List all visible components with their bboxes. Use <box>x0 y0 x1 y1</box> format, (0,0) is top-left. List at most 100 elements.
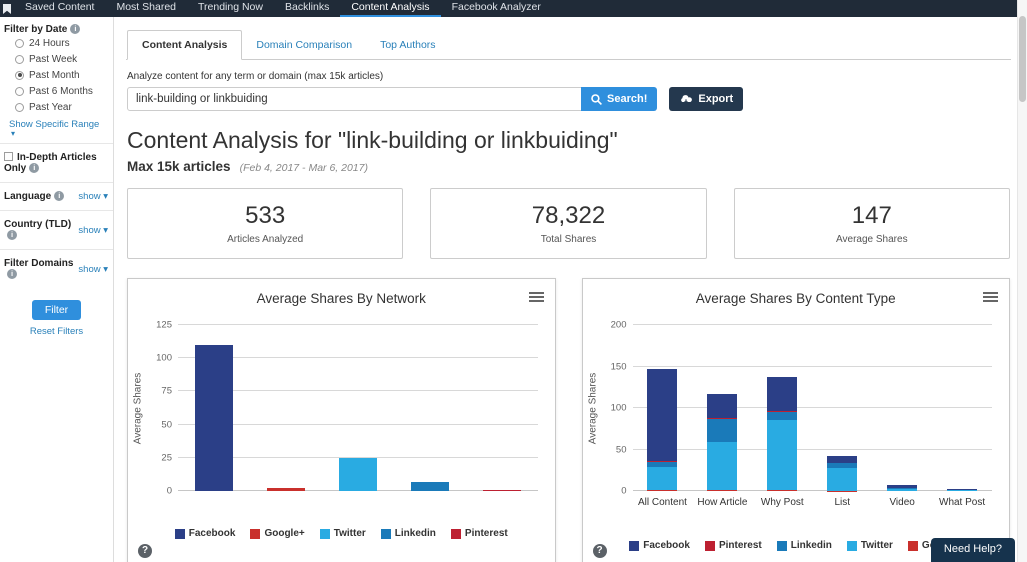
legend-label: Google+ <box>264 528 304 539</box>
segment-twitter[interactable] <box>887 489 917 491</box>
y-tick-label: 150 <box>611 361 627 372</box>
info-icon[interactable]: i <box>7 269 17 279</box>
in-depth-checkbox[interactable] <box>4 152 13 161</box>
scrollbar-thumb[interactable] <box>1019 16 1026 102</box>
cloud-download-icon <box>679 94 693 105</box>
legend-swatch <box>250 529 260 539</box>
nav-item-content-analysis[interactable]: Content Analysis <box>340 0 440 17</box>
nav-item-saved-content[interactable]: Saved Content <box>14 0 105 17</box>
filter-button[interactable]: Filter <box>32 300 81 320</box>
segment-twitter[interactable] <box>827 468 857 490</box>
tab-bar: Content AnalysisDomain ComparisonTop Aut… <box>126 30 1011 60</box>
segment-linkedin[interactable] <box>707 419 737 442</box>
segment-google[interactable] <box>767 490 797 491</box>
date-option-past-month[interactable]: Past Month <box>4 67 108 83</box>
date-range-label: (Feb 4, 2017 - Mar 6, 2017) <box>240 162 368 174</box>
search-input[interactable] <box>127 87 582 111</box>
y-tick-label: 50 <box>161 419 172 430</box>
legend-swatch <box>705 541 715 551</box>
y-tick-label: 75 <box>161 386 172 397</box>
stat-value: 147 <box>852 202 892 230</box>
segment-facebook[interactable] <box>707 394 737 418</box>
legend-pinterest[interactable]: Pinterest <box>451 528 508 539</box>
legend-facebook[interactable]: Facebook <box>629 540 690 551</box>
segment-twitter[interactable] <box>707 442 737 490</box>
help-icon[interactable]: ? <box>138 544 152 558</box>
segment-google[interactable] <box>707 490 737 491</box>
y-tick-label: 0 <box>621 486 626 497</box>
need-help-button[interactable]: Need Help? <box>931 538 1015 562</box>
date-option-past-6-months[interactable]: Past 6 Months <box>4 83 108 99</box>
legend-label: Facebook <box>643 540 690 551</box>
legend-linkedin[interactable]: Linkedin <box>381 528 436 539</box>
legend-twitter[interactable]: Twitter <box>847 540 893 551</box>
chart-average-shares-by-content-type: Average Shares By Content Type Average S… <box>582 278 1011 562</box>
export-button[interactable]: Export <box>669 87 743 111</box>
bar-facebook[interactable] <box>195 345 233 491</box>
top-nav-items: Saved ContentMost SharedTrending NowBack… <box>14 0 552 17</box>
help-icon[interactable]: ? <box>593 544 607 558</box>
legend-linkedin[interactable]: Linkedin <box>777 540 832 551</box>
tab-content-analysis[interactable]: Content Analysis <box>127 30 242 60</box>
bar-list[interactable] <box>827 325 857 491</box>
nav-item-trending-now[interactable]: Trending Now <box>187 0 274 17</box>
legend-facebook[interactable]: Facebook <box>175 528 236 539</box>
bar-why-post[interactable] <box>767 325 797 491</box>
info-icon[interactable]: i <box>7 230 17 240</box>
segment-google[interactable] <box>647 490 677 491</box>
legend-label: Twitter <box>334 528 366 539</box>
show-toggle-link[interactable]: show ▾ <box>78 264 108 275</box>
bar-linkedin[interactable] <box>411 482 449 491</box>
radio-icon <box>15 39 24 48</box>
segment-linkedin[interactable] <box>767 412 797 420</box>
chevron-down-icon[interactable]: ▾ <box>4 130 108 137</box>
segment-facebook[interactable] <box>647 369 677 461</box>
nav-item-backlinks[interactable]: Backlinks <box>274 0 340 17</box>
info-icon[interactable]: i <box>54 191 64 201</box>
tab-domain-comparison[interactable]: Domain Comparison <box>242 31 366 59</box>
search-button[interactable]: Search! <box>581 87 657 111</box>
segment-twitter[interactable] <box>647 467 677 490</box>
bar-video[interactable] <box>887 325 917 491</box>
x-label-why-post: Why Post <box>752 497 812 508</box>
date-option-24-hours[interactable]: 24 Hours <box>4 35 108 51</box>
nav-item-most-shared[interactable]: Most Shared <box>105 0 187 17</box>
bar-pinterest[interactable] <box>483 490 521 491</box>
info-icon[interactable]: i <box>29 163 39 173</box>
legend-pinterest[interactable]: Pinterest <box>705 540 762 551</box>
stats-row: 533Articles Analyzed78,322Total Shares14… <box>127 188 1010 259</box>
info-icon[interactable]: i <box>70 24 80 34</box>
segment-twitter[interactable] <box>947 490 977 491</box>
vertical-scrollbar[interactable] <box>1017 0 1027 562</box>
legend-label: Pinterest <box>465 528 508 539</box>
radio-label: Past 6 Months <box>29 86 93 97</box>
x-label-all-content: All Content <box>633 497 693 508</box>
search-button-label: Search! <box>607 93 647 105</box>
bar-all-content[interactable] <box>647 325 677 491</box>
segment-twitter[interactable] <box>767 420 797 490</box>
legend-twitter[interactable]: Twitter <box>320 528 366 539</box>
y-tick-label: 100 <box>156 353 172 364</box>
bar-how-article[interactable] <box>707 325 737 491</box>
bar-twitter[interactable] <box>339 458 377 491</box>
search-hint: Analyze content for any term or domain (… <box>127 71 1011 82</box>
segment-facebook[interactable] <box>767 377 797 411</box>
nav-item-facebook-analyzer[interactable]: Facebook Analyzer <box>441 0 552 17</box>
legend-google[interactable]: Google+ <box>250 528 304 539</box>
tab-top-authors[interactable]: Top Authors <box>366 31 449 59</box>
chart-menu-icon[interactable] <box>529 290 544 304</box>
legend-swatch <box>908 541 918 551</box>
filter-section-country-tld: Country (TLD)ishow ▾ <box>0 210 113 249</box>
date-option-past-year[interactable]: Past Year <box>4 99 108 115</box>
segment-facebook[interactable] <box>827 456 857 463</box>
bar-what-post[interactable] <box>947 325 977 491</box>
show-specific-range-link[interactable]: Show Specific Range <box>4 115 108 130</box>
show-toggle-link[interactable]: show ▾ <box>78 191 108 202</box>
reset-filters-link[interactable]: Reset Filters <box>0 326 113 337</box>
chart-menu-icon[interactable] <box>983 290 998 304</box>
stat-value: 533 <box>245 202 285 230</box>
y-tick-label: 25 <box>161 452 172 463</box>
date-option-past-week[interactable]: Past Week <box>4 51 108 67</box>
show-toggle-link[interactable]: show ▾ <box>78 225 108 236</box>
bar-google[interactable] <box>267 488 305 491</box>
